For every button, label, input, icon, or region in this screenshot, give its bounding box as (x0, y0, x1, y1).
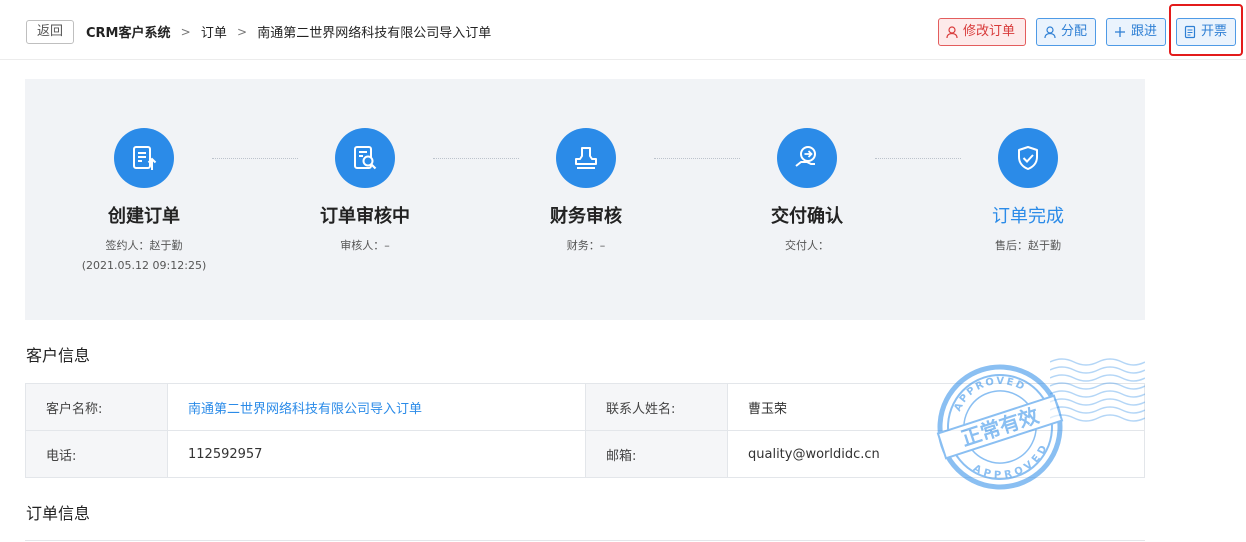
step-title: 财务审核 (550, 206, 622, 227)
back-button[interactable]: 返回 (26, 20, 74, 44)
step-title: 订单审核中 (320, 206, 410, 227)
step-finance-review: 财务审核 财务：– (486, 128, 686, 256)
phone-label: 电话: (25, 430, 168, 478)
chevron-right-icon: > (237, 24, 248, 39)
step-title: 交付确认 (771, 206, 843, 227)
assign-button[interactable]: 分配 (1036, 18, 1096, 46)
delivery-icon (777, 128, 837, 188)
create-order-icon (114, 128, 174, 188)
edit-order-button[interactable]: 修改订单 (938, 18, 1026, 46)
breadcrumb: CRM客户系统 > 订单 > 南通第二世界网络科技有限公司导入订单 (86, 22, 492, 42)
breadcrumb-current: 南通第二世界网络科技有限公司导入订单 (257, 26, 492, 41)
assign-label: 分配 (1061, 24, 1088, 39)
step-time: (2021.05.12 09:12:25) (81, 259, 207, 272)
step-create-order: 创建订单 签约人：赵于勤 (2021.05.12 09:12:25) (44, 128, 244, 276)
chevron-right-icon: > (180, 24, 191, 39)
step-deliverer: 交付人： (785, 239, 829, 252)
shield-check-icon (998, 128, 1058, 188)
user-icon (1044, 26, 1056, 39)
step-finance: 财务：– (566, 239, 606, 252)
step-order-review: 订单审核中 审核人：– (265, 128, 465, 256)
contact-name-label: 联系人姓名: (585, 383, 728, 431)
step-aftersales: 售后：赵于勤 (995, 239, 1061, 252)
step-order-complete: 订单完成 售后：赵于勤 (928, 128, 1128, 256)
invoice-highlight-box (1169, 4, 1243, 56)
customer-name-link[interactable]: 南通第二世界网络科技有限公司导入订单 (167, 383, 586, 431)
step-title: 订单完成 (992, 206, 1064, 227)
breadcrumb-crm[interactable]: CRM客户系统 (86, 22, 171, 41)
step-title: 创建订单 (108, 206, 180, 227)
step-delivery-confirm: 交付确认 交付人： (707, 128, 907, 256)
finance-stamp-icon (556, 128, 616, 188)
user-icon (946, 26, 958, 39)
review-icon (335, 128, 395, 188)
follow-up-label: 跟进 (1131, 24, 1158, 39)
divider (25, 540, 1145, 541)
step-signer: 签约人：赵于勤 (105, 239, 183, 252)
customer-section-title: 客户信息 (26, 346, 91, 365)
plus-icon (1115, 27, 1125, 37)
edit-order-label: 修改订单 (963, 24, 1016, 39)
step-reviewer: 审核人：– (340, 239, 390, 252)
order-progress-panel: 创建订单 签约人：赵于勤 (2021.05.12 09:12:25) 订单审核中… (25, 79, 1145, 320)
stamp-main-text: 正常有效 (958, 403, 1042, 451)
breadcrumb-orders[interactable]: 订单 (201, 22, 227, 41)
phone-value: 112592957 (167, 430, 586, 478)
customer-name-label: 客户名称: (25, 383, 168, 431)
order-section-title: 订单信息 (26, 504, 91, 523)
email-label: 邮箱: (585, 430, 728, 478)
follow-up-button[interactable]: 跟进 (1106, 18, 1166, 46)
top-bar: 返回 CRM客户系统 > 订单 > 南通第二世界网络科技有限公司导入订单 修改订… (0, 0, 1246, 60)
